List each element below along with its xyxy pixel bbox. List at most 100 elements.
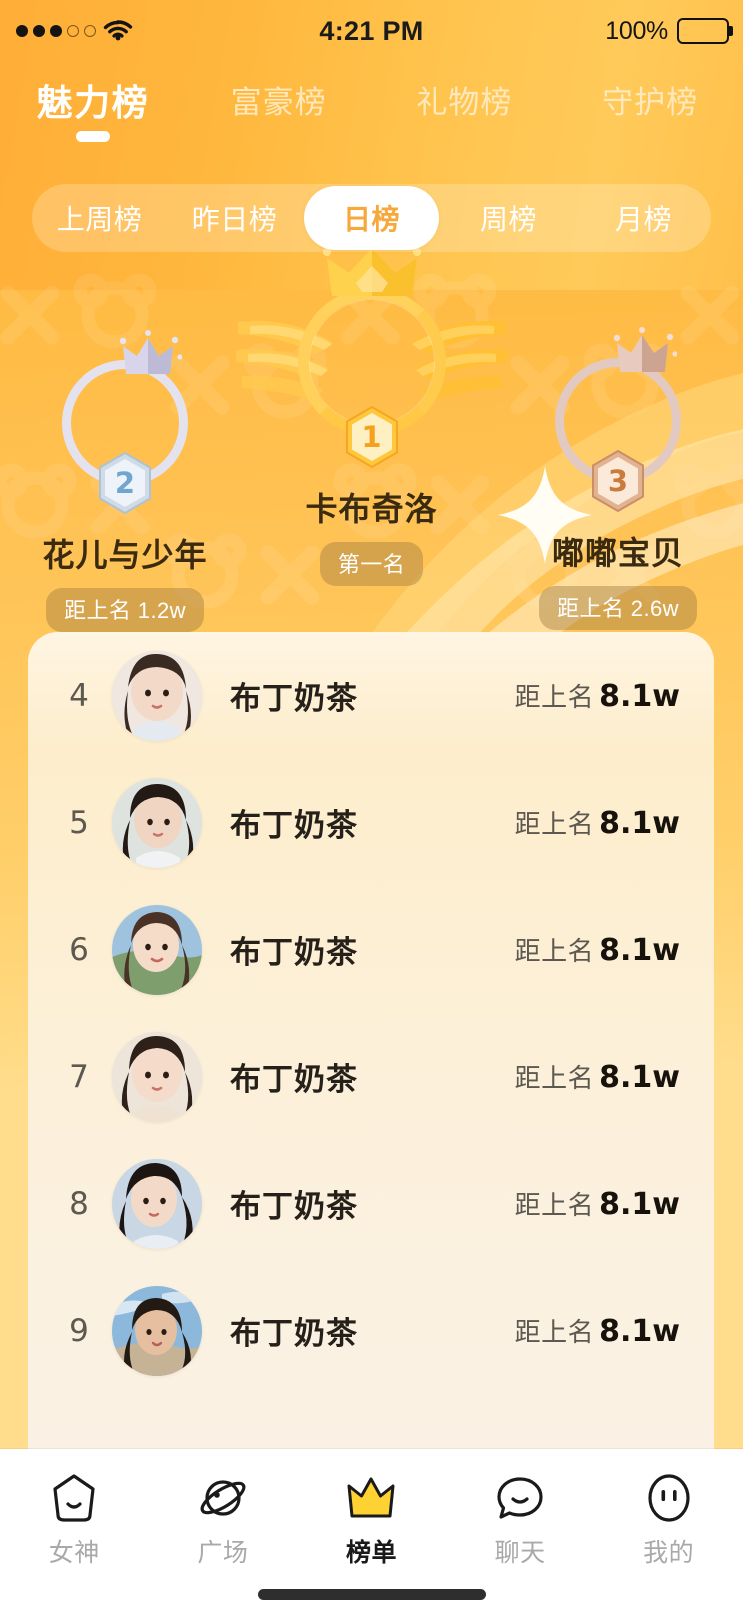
table-row[interactable]: 5 布丁奶茶 距上名 8.1w xyxy=(28,759,714,886)
row-gap-value: 8.1w xyxy=(599,1314,680,1349)
avatar[interactable] xyxy=(112,1285,202,1376)
period-filter-segment: 上周榜 昨日榜 日榜 周榜 月榜 xyxy=(32,184,711,252)
tabbar-item-ranking[interactable]: 榜单 xyxy=(297,1471,446,1569)
row-gap-value: 8.1w xyxy=(599,1060,680,1095)
row-gap-label: 距上名 xyxy=(514,682,595,712)
podium-avatar-wrap-3: 3 xyxy=(555,327,681,512)
row-user-name: 布丁奶茶 xyxy=(230,681,358,716)
row-user-name: 布丁奶茶 xyxy=(230,808,358,843)
tab-label: 魅力榜 xyxy=(36,82,150,123)
filter-daily[interactable]: 日榜 xyxy=(304,186,439,250)
podium-name-1: 卡布奇洛 xyxy=(305,491,438,527)
tabbar-item-square[interactable]: 广场 xyxy=(149,1471,298,1569)
rank-badge-number: 2 xyxy=(114,466,136,500)
podium-gap-pill-3: 距上名 2.6w xyxy=(539,586,697,630)
row-rank: 7 xyxy=(69,1058,89,1095)
tab-guardian-ranking[interactable]: 守护榜 xyxy=(557,82,743,142)
tabbar-label: 聊天 xyxy=(494,1539,546,1567)
row-gap-label: 距上名 xyxy=(514,809,595,839)
row-user-name: 布丁奶茶 xyxy=(230,1062,358,1097)
top-tab-bar: 魅力榜 富豪榜 礼物榜 守护榜 xyxy=(0,82,743,160)
bronze-crown-icon xyxy=(613,326,678,378)
tabbar-label: 我的 xyxy=(643,1539,695,1567)
filter-yesterday[interactable]: 昨日榜 xyxy=(167,184,302,252)
row-user-name: 布丁奶茶 xyxy=(230,1316,358,1351)
profile-face-icon xyxy=(640,1471,698,1525)
table-row[interactable]: 7 布丁奶茶 距上名 8.1w xyxy=(28,1013,714,1140)
row-gap: 距上名 8.1w xyxy=(515,1058,680,1095)
tab-gift-ranking[interactable]: 礼物榜 xyxy=(372,82,558,142)
tabbar-item-chat[interactable]: 聊天 xyxy=(446,1471,595,1569)
rank-badge-number: 1 xyxy=(361,420,382,454)
table-row[interactable]: 6 布丁奶茶 距上名 8.1w xyxy=(28,886,714,1013)
battery-full-icon xyxy=(677,18,733,44)
podium-name-2: 花儿与少年 xyxy=(42,537,208,573)
row-gap-value: 8.1w xyxy=(599,933,680,968)
row-rank: 6 xyxy=(69,931,89,968)
avatar[interactable] xyxy=(112,1031,202,1122)
podium-top3: 2 花儿与少年 距上名 1.2w 1 卡布奇洛 第一名 3 嘟嘟宝贝 距上名 2… xyxy=(0,239,743,632)
tab-wealth-ranking[interactable]: 富豪榜 xyxy=(186,82,372,142)
row-rank: 9 xyxy=(69,1312,89,1349)
rank-badge-number: 3 xyxy=(607,464,629,498)
ranking-list-card: 4 布丁奶茶 距上名 8.1w 5 布丁奶茶 距上名 8.1w 6 布丁奶茶 距… xyxy=(28,632,714,1452)
tabbar-label: 广场 xyxy=(197,1539,249,1567)
podium-rank-1[interactable]: 1 卡布奇洛 第一名 xyxy=(235,239,508,586)
row-gap-label: 距上名 xyxy=(514,1190,595,1220)
row-gap: 距上名 8.1w xyxy=(515,1312,680,1349)
silver-crown-icon xyxy=(119,330,183,380)
tabbar-item-goddess[interactable]: 女神 xyxy=(0,1471,149,1569)
row-gap-value: 8.1w xyxy=(599,1187,680,1222)
row-gap-value: 8.1w xyxy=(599,679,680,714)
tab-charm-ranking[interactable]: 魅力榜 xyxy=(0,82,186,142)
table-row[interactable]: 8 布丁奶茶 距上名 8.1w xyxy=(28,1140,714,1267)
tab-label: 守护榜 xyxy=(602,85,699,120)
home-indicator xyxy=(257,1589,486,1600)
podium-name-3: 嘟嘟宝贝 xyxy=(551,535,684,571)
table-row[interactable]: 9 布丁奶茶 距上名 8.1w xyxy=(28,1267,714,1394)
filter-last-week[interactable]: 上周榜 xyxy=(32,184,167,252)
status-bar-right: 100% xyxy=(605,16,733,46)
podium-title-pill-1: 第一名 xyxy=(319,542,424,586)
row-user-name: 布丁奶茶 xyxy=(230,1189,358,1224)
row-gap: 距上名 8.1w xyxy=(515,677,680,714)
tab-label: 礼物榜 xyxy=(416,85,513,120)
row-gap-label: 距上名 xyxy=(514,936,595,966)
row-gap-label: 距上名 xyxy=(514,1317,595,1347)
tab-label: 富豪榜 xyxy=(230,85,327,120)
avatar[interactable] xyxy=(112,650,202,741)
filter-weekly[interactable]: 周榜 xyxy=(441,184,576,252)
chat-bubble-icon xyxy=(491,1471,549,1525)
avatar[interactable] xyxy=(112,777,202,868)
row-gap: 距上名 8.1w xyxy=(515,804,680,841)
podium-rank-3[interactable]: 3 嘟嘟宝贝 距上名 2.6w xyxy=(513,327,723,630)
row-gap: 距上名 8.1w xyxy=(515,931,680,968)
rank-badge-3: 3 xyxy=(590,450,646,512)
table-row[interactable]: 4 布丁奶茶 距上名 8.1w xyxy=(28,632,714,759)
row-rank: 8 xyxy=(69,1185,89,1222)
row-user-name: 布丁奶茶 xyxy=(230,935,358,970)
podium-avatar-wrap-2: 2 xyxy=(62,330,188,514)
avatar[interactable] xyxy=(112,904,202,995)
row-gap-value: 8.1w xyxy=(599,806,680,841)
rank-badge-2: 2 xyxy=(97,452,153,514)
podium-gap-pill-2: 距上名 1.2w xyxy=(46,588,204,632)
row-rank: 4 xyxy=(69,677,89,714)
battery-percent-label: 100% xyxy=(605,16,668,45)
tabbar-item-profile[interactable]: 我的 xyxy=(594,1471,743,1569)
rank-badge-1: 1 xyxy=(344,406,400,468)
tabbar-label: 女神 xyxy=(48,1539,100,1567)
goddess-icon xyxy=(45,1471,103,1525)
row-rank: 5 xyxy=(69,804,89,841)
tabbar-label: 榜单 xyxy=(345,1539,397,1567)
filter-monthly[interactable]: 月榜 xyxy=(576,184,711,252)
row-gap: 距上名 8.1w xyxy=(515,1185,680,1222)
podium-rank-2[interactable]: 2 花儿与少年 距上名 1.2w xyxy=(20,330,230,632)
app-screen: 4:21 PM 100% 魅力榜 富豪榜 礼物榜 守护榜 上周榜 昨日榜 日榜 … xyxy=(0,0,743,1617)
row-gap-label: 距上名 xyxy=(514,1063,595,1093)
avatar[interactable] xyxy=(112,1158,202,1249)
tab-active-indicator xyxy=(75,131,110,142)
crown-icon xyxy=(342,1471,400,1525)
podium-avatar-wrap-1: 1 xyxy=(235,239,508,468)
planet-icon xyxy=(194,1471,252,1525)
